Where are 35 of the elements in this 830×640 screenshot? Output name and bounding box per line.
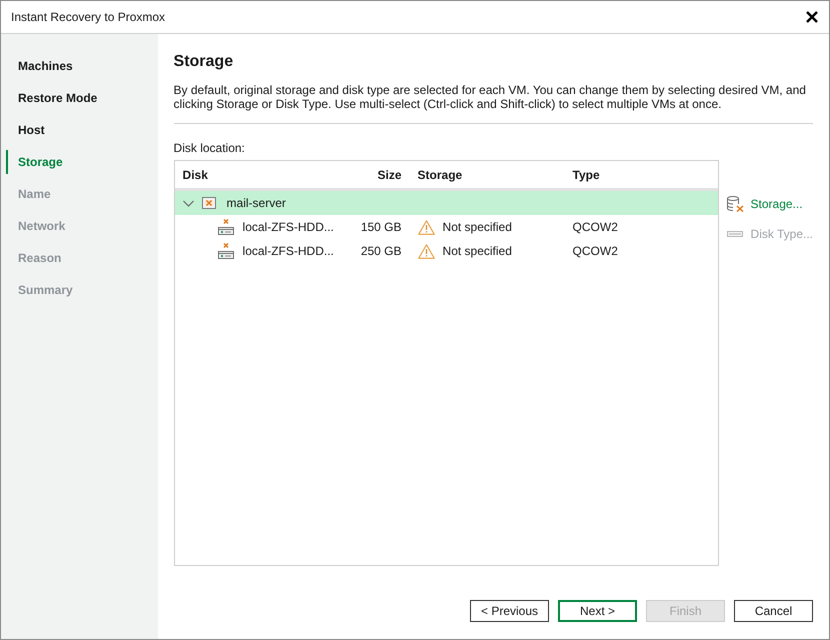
storage-link[interactable]: Storage... — [726, 195, 803, 213]
wizard-step[interactable]: Machines — [18, 57, 73, 75]
disk-location-label: Disk location: — [174, 141, 246, 155]
wizard-button[interactable]: Next > — [558, 600, 637, 622]
column-header[interactable]: Type — [572, 166, 600, 184]
page-title: Storage — [174, 52, 234, 72]
type-cell-text: QCOW2 — [572, 219, 618, 236]
disk-name: local-ZFS-HDD... — [242, 219, 334, 236]
vm-name: mail-server — [226, 195, 286, 212]
wizard-step[interactable]: Storage — [18, 153, 63, 171]
size-cell-text: 150 GB — [360, 219, 402, 236]
page-description: By default, original storage and disk type are selected for each VM. You can change them by selecting desired VM, and clicking Storage or Disk Type. Use multi-select (Ctrl-click and Shift-click) to select multiple VMs at once. — [174, 83, 807, 111]
disk-drive-icon — [218, 243, 234, 259]
column-header[interactable]: Storage — [418, 166, 462, 184]
chevron-down-icon[interactable] — [182, 198, 194, 208]
window-title: Instant Recovery to Proxmox — [11, 9, 166, 26]
storage-cell-text: Not specified — [442, 243, 512, 260]
wizard-button[interactable]: Cancel — [734, 600, 813, 622]
size-cell-text: 250 GB — [360, 243, 402, 260]
type-cell-text: QCOW2 — [572, 243, 618, 260]
storage-cell-text: Not specified — [442, 219, 512, 236]
table-row[interactable]: mail-server — [174, 191, 718, 215]
column-header[interactable]: Size — [378, 166, 402, 184]
disk-drive-icon — [218, 219, 234, 235]
wizard-step[interactable]: Host — [18, 121, 45, 139]
disk-name: local-ZFS-HDD... — [242, 243, 334, 260]
wizard-button[interactable]: < Previous — [470, 600, 549, 622]
disk-type-icon — [727, 231, 744, 237]
wizard-step[interactable]: Restore Mode — [18, 89, 98, 107]
database-icon — [726, 196, 744, 212]
table-row[interactable]: local-ZFS-HDD... 150 GB Not specified QCOW2 — [174, 215, 718, 239]
close-icon[interactable] — [806, 11, 818, 23]
table-row[interactable]: local-ZFS-HDD... 250 GB Not specified QCOW2 — [174, 239, 718, 263]
column-header[interactable]: Disk — [182, 166, 208, 184]
vm-icon — [202, 197, 216, 209]
